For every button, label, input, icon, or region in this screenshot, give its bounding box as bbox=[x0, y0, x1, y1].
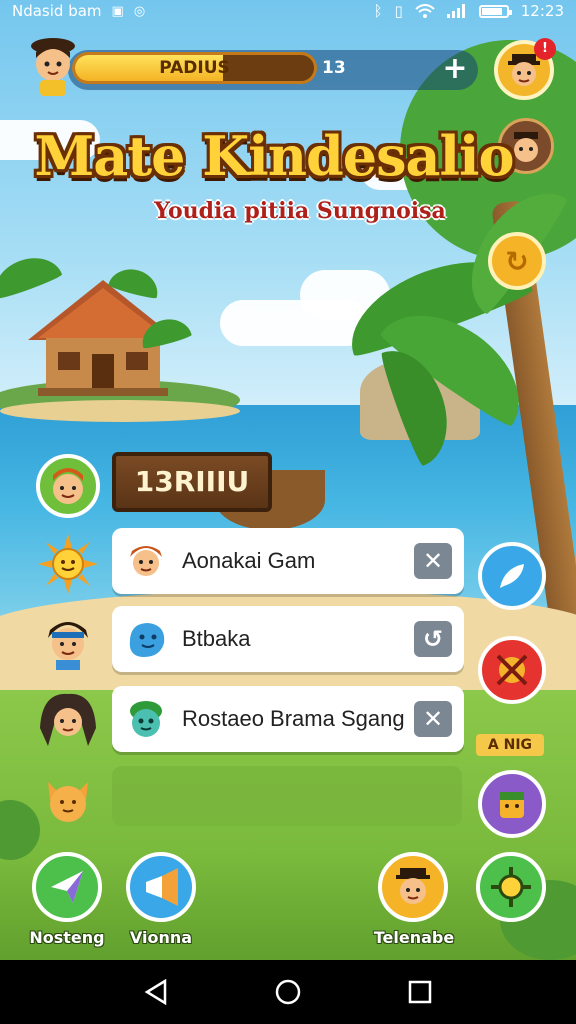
add-button[interactable]: + bbox=[432, 48, 478, 90]
island-sand bbox=[0, 400, 240, 422]
sun-gear-icon bbox=[491, 867, 531, 907]
sun-icon bbox=[38, 534, 98, 594]
notification-badge: ! bbox=[534, 38, 556, 60]
list-item-label: Btbaka bbox=[182, 626, 251, 651]
blue-creature-icon bbox=[124, 617, 168, 661]
list-item[interactable]: Aonakai Gam ✕ bbox=[112, 528, 464, 594]
turtle-creature-icon bbox=[124, 697, 168, 741]
character-profile-label: Telenabe bbox=[373, 928, 455, 947]
side-avatar-warrior[interactable] bbox=[36, 688, 100, 752]
close-icon: ✕ bbox=[422, 547, 444, 575]
carrier-name: Ndasid bam bbox=[12, 2, 102, 20]
status-bar: Ndasid bam ▣ ◎ ᛒ ▯ 12:23 bbox=[0, 0, 576, 22]
close-button[interactable]: ✕ bbox=[414, 543, 452, 579]
side-avatar-girl[interactable] bbox=[36, 610, 100, 674]
back-icon bbox=[144, 979, 167, 1005]
progress-bar: PADIUS bbox=[72, 52, 317, 84]
home-button[interactable] bbox=[268, 972, 308, 1012]
horn-icon bbox=[146, 868, 178, 906]
player-avatar[interactable] bbox=[26, 36, 80, 98]
game-title: Mate Kindesalio bbox=[34, 124, 514, 188]
vibrate-icon: ▯ bbox=[394, 2, 403, 20]
recents-icon bbox=[408, 980, 432, 1004]
feather-icon bbox=[500, 564, 524, 588]
back-button[interactable] bbox=[136, 972, 176, 1012]
character-button[interactable] bbox=[478, 770, 546, 838]
list-item-label: Rostaeo Brama Sgang bbox=[182, 706, 405, 731]
recents-button[interactable] bbox=[400, 972, 440, 1012]
girl-avatar-icon bbox=[48, 622, 88, 670]
boy-avatar-icon bbox=[53, 468, 83, 504]
list-item-label: Aonakai Gam bbox=[182, 548, 316, 573]
horn-button[interactable] bbox=[126, 852, 196, 922]
pirate-avatar-icon bbox=[396, 868, 430, 904]
list-item[interactable]: Btbaka ↺ bbox=[112, 606, 464, 672]
side-avatar-boy[interactable] bbox=[36, 454, 100, 518]
empty-list-slot[interactable] bbox=[112, 766, 462, 826]
new-tag: A NIG bbox=[476, 734, 544, 756]
bluetooth-icon: ᛒ bbox=[373, 2, 383, 20]
whatsapp-icon: ▣ bbox=[111, 3, 124, 19]
battery-icon bbox=[478, 4, 512, 18]
list-item[interactable]: Rostaeo Brama Sgang ✕ bbox=[112, 686, 464, 752]
warrior-avatar-icon bbox=[40, 693, 96, 746]
send-button[interactable] bbox=[32, 852, 102, 922]
notification-icon: ◎ bbox=[133, 3, 146, 19]
progress-count: 13 bbox=[322, 58, 346, 78]
character-profile-button[interactable] bbox=[378, 852, 448, 922]
redhead-avatar-icon bbox=[124, 539, 168, 583]
paper-plane-icon bbox=[51, 871, 83, 903]
wifi-icon bbox=[415, 4, 435, 18]
settings-button[interactable] bbox=[476, 852, 546, 922]
horn-button-label: Vionna bbox=[129, 928, 193, 947]
wooden-sign: 13RIIIU bbox=[112, 452, 272, 512]
home-icon bbox=[275, 979, 301, 1005]
knight-icon bbox=[500, 792, 524, 818]
target-icon bbox=[496, 654, 528, 686]
send-button-label: Nosteng bbox=[29, 928, 105, 947]
close-icon: ✕ bbox=[422, 705, 444, 733]
close-button[interactable]: ✕ bbox=[414, 701, 452, 737]
side-avatar-cat[interactable] bbox=[36, 768, 100, 832]
android-navigation-bar bbox=[0, 960, 576, 1024]
cat-avatar-icon bbox=[48, 782, 88, 822]
signal-icon bbox=[446, 4, 465, 18]
progress-label: PADIUS bbox=[159, 58, 230, 78]
clock: 12:23 bbox=[520, 2, 564, 20]
target-button[interactable] bbox=[478, 636, 546, 704]
refresh-button[interactable]: ↺ bbox=[414, 621, 452, 657]
side-avatar-sun[interactable] bbox=[36, 532, 100, 596]
refresh-icon: ↺ bbox=[422, 625, 444, 653]
refresh-icon: ↻ bbox=[505, 244, 529, 278]
edit-button[interactable] bbox=[478, 542, 546, 610]
game-subtitle: Youdia pitiia Sungnoisa bbox=[154, 198, 446, 224]
refresh-button[interactable]: ↻ bbox=[488, 232, 546, 290]
